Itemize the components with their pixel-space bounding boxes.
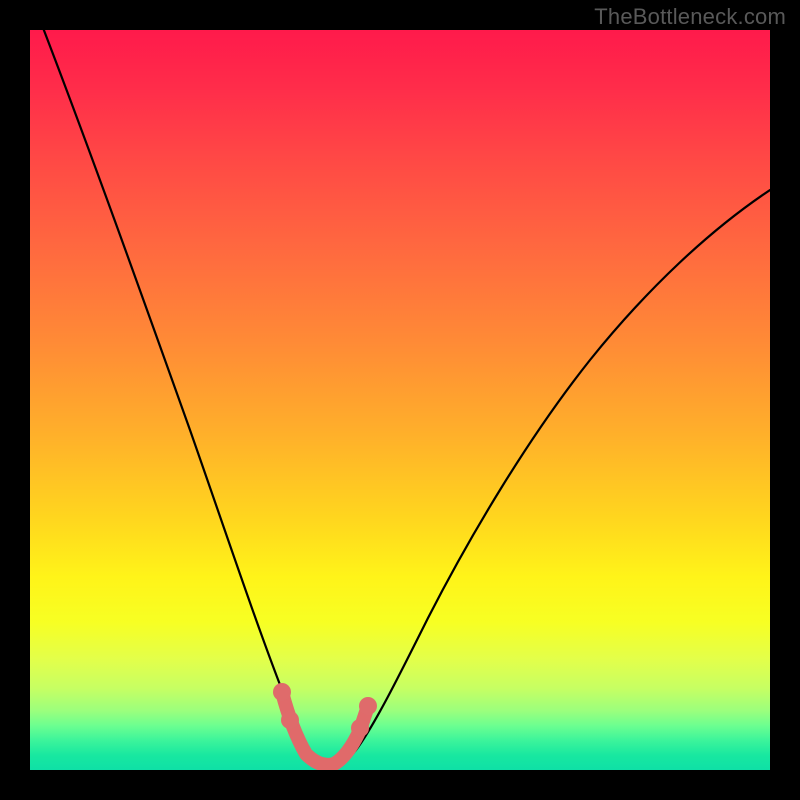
- bottleneck-curve: [40, 30, 770, 765]
- highlight-dot-left-lower: [281, 711, 299, 729]
- highlight-dot-right-lower: [351, 719, 369, 737]
- plot-area: [30, 30, 770, 770]
- highlight-dot-left-upper: [273, 683, 291, 701]
- watermark-text: TheBottleneck.com: [594, 4, 786, 30]
- highlight-dot-right-upper: [359, 697, 377, 715]
- curve-svg: [30, 30, 770, 770]
- chart-frame: TheBottleneck.com: [0, 0, 800, 800]
